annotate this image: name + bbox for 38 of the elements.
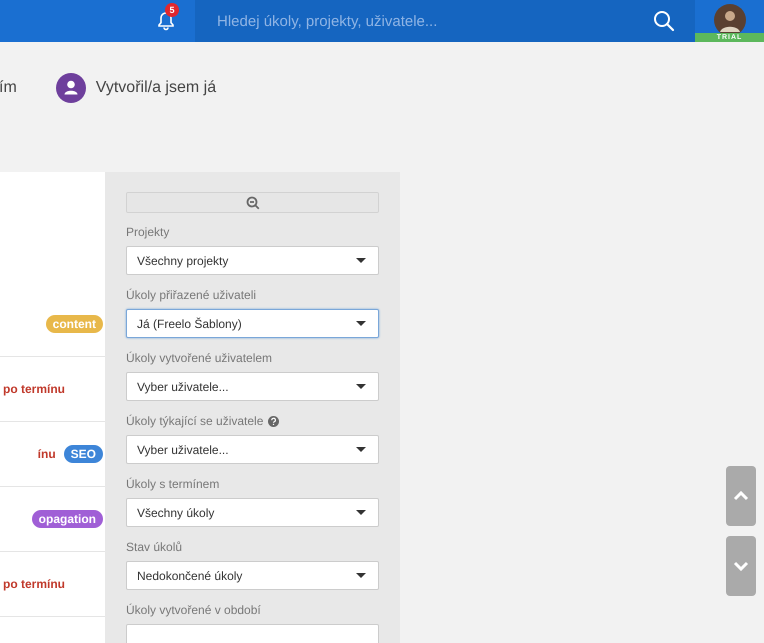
filter-label: Stav úkolů bbox=[126, 540, 182, 554]
chevron-down-icon bbox=[733, 561, 749, 571]
filter-tab[interactable]: Vytvořil/a jsem já bbox=[96, 79, 216, 97]
user-icon bbox=[56, 73, 86, 103]
caret-icon bbox=[356, 384, 366, 389]
search-field[interactable]: Hledej úkoly, projekty, uživatele... bbox=[215, 12, 653, 30]
caret-icon bbox=[356, 258, 366, 263]
caret-icon bbox=[356, 510, 366, 515]
filter-label: Úkoly přiřazené uživateli bbox=[126, 288, 256, 302]
select-dropdown[interactable]: Nedokončené úkoly bbox=[126, 561, 379, 590]
notification-badge: 5 bbox=[165, 3, 179, 17]
filter-label: Úkoly týkající se uživatele bbox=[126, 414, 264, 428]
task-tag: content bbox=[46, 315, 103, 333]
select-dropdown[interactable]: Vyber uživatele... bbox=[126, 435, 379, 464]
task-tag: SEO bbox=[64, 445, 103, 463]
filter-label: Projekty bbox=[126, 225, 170, 239]
zoom-out-icon bbox=[246, 196, 260, 210]
task-status: po termínu bbox=[3, 382, 65, 396]
task-status: ínu bbox=[38, 447, 56, 461]
avatar-icon[interactable] bbox=[714, 4, 746, 36]
bell-icon[interactable] bbox=[157, 11, 175, 31]
search-bar[interactable]: Hledej úkoly, projekty, uživatele... bbox=[195, 0, 695, 42]
filter-label: Úkoly vytvořené v období bbox=[126, 603, 261, 617]
select-dropdown[interactable]: Já (Freelo Šablony) bbox=[126, 309, 379, 338]
select-dropdown[interactable]: Všechny projekty bbox=[126, 246, 379, 275]
select-dropdown[interactable]: Všechny úkoly bbox=[126, 498, 379, 527]
task-tag: opagation bbox=[32, 510, 103, 528]
chevron-up-icon bbox=[733, 491, 749, 501]
caret-icon bbox=[356, 447, 366, 452]
filter-label: Úkoly vytvořené uživatelem bbox=[126, 351, 272, 365]
filter-tab[interactable]: ím bbox=[0, 79, 17, 97]
caret-icon bbox=[356, 321, 366, 326]
search-icon[interactable] bbox=[653, 10, 675, 32]
select-dropdown[interactable]: Vyber uživatele... bbox=[126, 372, 379, 401]
task-status: po termínu bbox=[3, 577, 65, 591]
filter-label: Úkoly s termínem bbox=[126, 477, 220, 491]
caret-icon bbox=[356, 573, 366, 578]
help-icon[interactable] bbox=[268, 416, 280, 426]
